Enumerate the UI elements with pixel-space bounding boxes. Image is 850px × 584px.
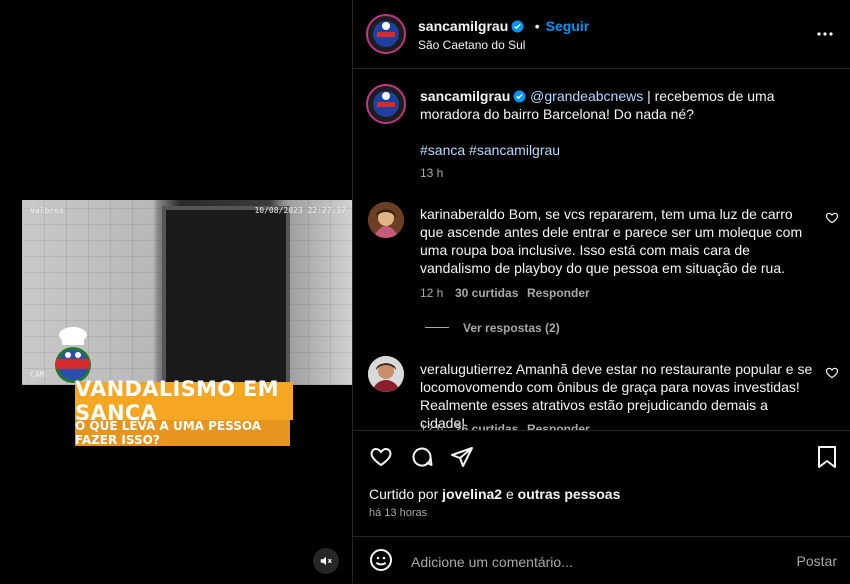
video-watermark: Valbros (30, 206, 64, 215)
post-details-pane: sancamilgrau • Seguir São Caetano do Sul … (352, 0, 850, 583)
comment-time[interactable]: 12 h (420, 286, 443, 300)
add-comment-bar: Postar (353, 536, 850, 584)
paper-plane-icon (451, 447, 473, 467)
liked-by-prefix: Curtido por (369, 486, 443, 502)
liked-by: Curtido por jovelina2 e outras pessoas (369, 486, 620, 502)
save-button[interactable] (813, 443, 841, 471)
comment-avatar[interactable] (368, 202, 404, 238)
caption-username[interactable]: sancamilgrau (420, 88, 510, 104)
caption-mention-link[interactable]: @grandeabcnews (530, 88, 643, 104)
comment-like-button[interactable] (825, 366, 839, 380)
verified-badge-icon (511, 20, 524, 33)
comment-button[interactable] (408, 443, 436, 471)
post-time[interactable]: há 13 horas (369, 507, 427, 519)
header-separator: • (534, 18, 540, 34)
comment-bubble-icon (412, 447, 433, 467)
comment-like-button[interactable] (825, 211, 839, 225)
caption-hashtags[interactable]: #sanca #sancamilgrau (420, 141, 560, 159)
emoji-icon (370, 549, 392, 571)
user-photo-icon (368, 202, 404, 238)
video-cam-label: CAM (30, 370, 45, 379)
post-location[interactable]: São Caetano do Sul (418, 38, 525, 52)
media-pane: Valbros 10/08/2023 22:27:17 CAM VANDALIS… (0, 0, 352, 583)
like-button[interactable] (367, 443, 395, 471)
post-action-bar (353, 430, 850, 484)
emoji-button[interactable] (369, 548, 395, 574)
comment-reply-button[interactable]: Responder (527, 286, 590, 300)
comment-input[interactable] (409, 549, 773, 575)
muted-speaker-icon (320, 556, 332, 566)
video-timestamp: 10/08/2023 22:27:17 (254, 206, 346, 215)
comment-username[interactable]: veralugutierrez (420, 361, 513, 377)
share-button[interactable] (448, 443, 476, 471)
bookmark-icon (818, 446, 836, 468)
caption-time[interactable]: 13 h (420, 166, 443, 180)
sanca-avatar-icon (373, 91, 399, 117)
mute-button[interactable] (313, 548, 339, 574)
verified-badge-icon (513, 89, 526, 103)
caption-text: sancamilgrau @grandeabcnews | recebemos … (420, 87, 820, 123)
post-header: sancamilgrau • Seguir São Caetano do Sul (353, 0, 850, 69)
liked-by-middle: e (502, 486, 518, 502)
video-overlay-subtitle: O QUE LEVA A UMA PESSOA FAZER ISSO? (75, 419, 290, 447)
video-door (162, 206, 290, 385)
sanca-avatar-icon (373, 21, 399, 47)
liked-by-others[interactable]: outras pessoas (518, 486, 621, 502)
comment-username[interactable]: karinaberaldo (420, 206, 505, 222)
replies-divider (425, 327, 449, 328)
caption-avatar[interactable] (366, 84, 406, 124)
heart-outline-icon (825, 212, 839, 224)
author-avatar[interactable] (366, 14, 406, 54)
more-options-button[interactable] (813, 24, 837, 44)
post-comment-button[interactable]: Postar (797, 553, 837, 569)
heart-outline-icon (825, 367, 839, 379)
user-photo-icon (368, 356, 404, 392)
comment-text: karinaberaldo Bom, se vcs repararem, tem… (420, 205, 810, 277)
follow-button[interactable]: Seguir (546, 18, 590, 34)
heart-outline-icon (370, 447, 392, 467)
comment-avatar[interactable] (368, 356, 404, 392)
liked-by-user[interactable]: jovelina2 (442, 486, 502, 502)
more-options-icon (817, 32, 833, 36)
view-replies-button[interactable]: Ver respostas (2) (463, 321, 560, 335)
video-overlay-title: VANDALISMO EM SANCA (75, 377, 293, 425)
comment-likes[interactable]: 30 curtidas (455, 286, 518, 300)
author-username[interactable]: sancamilgrau (418, 18, 508, 34)
